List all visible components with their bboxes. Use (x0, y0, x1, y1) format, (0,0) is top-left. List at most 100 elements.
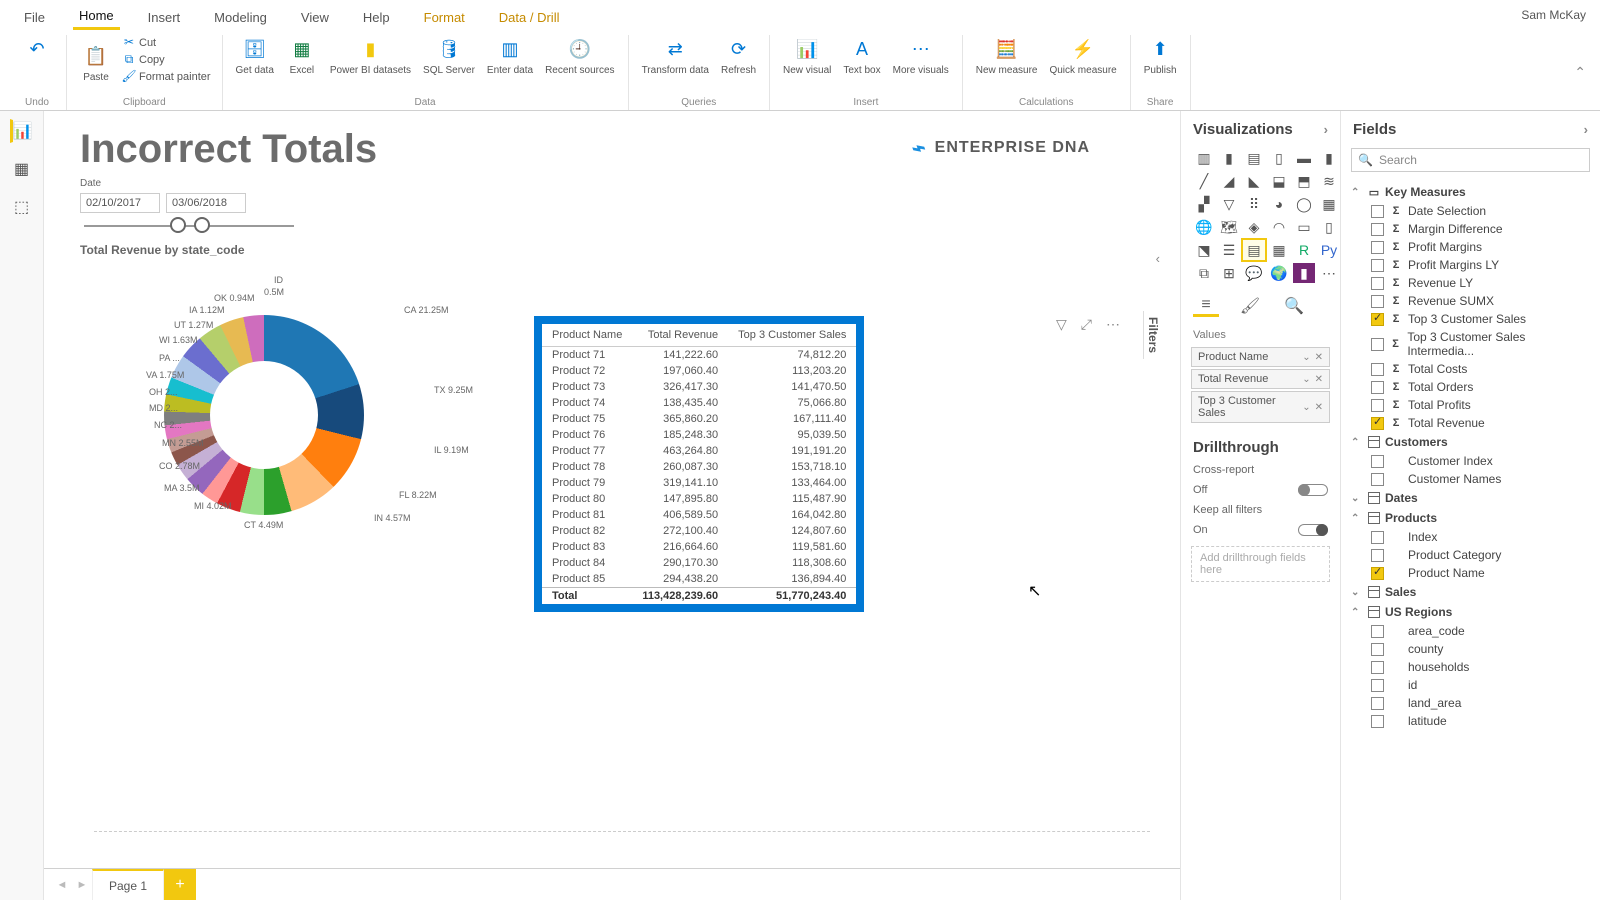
field-group-header[interactable]: ⌃Products (1345, 508, 1596, 528)
collapse-panes-button[interactable]: ‹ (1156, 251, 1160, 266)
field-checkbox[interactable] (1371, 363, 1384, 376)
menu-format[interactable]: Format (418, 6, 471, 29)
field-item[interactable]: land_area (1345, 694, 1596, 712)
field-checkbox[interactable] (1371, 625, 1384, 638)
viz-r[interactable]: R (1293, 240, 1315, 260)
field-item[interactable]: latitude (1345, 712, 1596, 730)
table-row[interactable]: Product 72197,060.40113,203.20 (542, 363, 856, 379)
viz-table[interactable]: ▤ (1243, 240, 1265, 260)
field-item[interactable]: ΣRevenue LY (1345, 274, 1596, 292)
field-checkbox[interactable] (1371, 223, 1384, 236)
field-item[interactable]: Customer Index (1345, 452, 1596, 470)
field-checkbox[interactable] (1371, 455, 1384, 468)
viz-arcgis[interactable]: 🌍 (1268, 263, 1290, 283)
remove-icon[interactable]: ✕ (1315, 402, 1323, 413)
viz-slicer[interactable]: ☰ (1218, 240, 1240, 260)
date-slicer[interactable]: Date (80, 178, 1150, 227)
viz-collapse-icon[interactable]: › (1324, 122, 1328, 137)
table-row[interactable]: Product 75365,860.20167,111.40 (542, 411, 856, 427)
field-item[interactable]: ΣProfit Margins LY (1345, 256, 1596, 274)
viz-matrix[interactable]: ▦ (1268, 240, 1290, 260)
fields-collapse-icon[interactable]: › (1584, 122, 1588, 137)
focus-icon[interactable]: ⤢ (1081, 316, 1092, 333)
viz-clustered-bar[interactable]: ▤ (1243, 148, 1265, 168)
keep-filters-toggle[interactable] (1298, 524, 1328, 536)
viz-donut[interactable]: ◯ (1293, 194, 1315, 214)
pbi-datasets-button[interactable]: ▮Power BI datasets (325, 35, 416, 78)
value-pill[interactable]: Top 3 Customer Sales⌄✕ (1191, 391, 1330, 423)
excel-button[interactable]: ▦Excel (281, 35, 323, 78)
viz-ribbon[interactable]: ≋ (1318, 171, 1340, 191)
cut-button[interactable]: ✂Cut (119, 35, 214, 51)
field-group-header[interactable]: ⌃Customers (1345, 432, 1596, 452)
cross-report-toggle[interactable] (1298, 484, 1328, 496)
field-checkbox[interactable] (1371, 473, 1384, 486)
more-visuals-button[interactable]: ⋯More visuals (888, 35, 954, 78)
publish-button[interactable]: ⬆Publish (1139, 35, 1182, 78)
viz-key-influencers[interactable]: ⧉ (1193, 263, 1215, 283)
table-header[interactable]: Total Revenue (632, 324, 728, 347)
quick-measure-button[interactable]: ⚡Quick measure (1044, 35, 1121, 78)
more-options-icon[interactable]: ⋯ (1106, 316, 1120, 333)
field-item[interactable]: ΣMargin Difference (1345, 220, 1596, 238)
paste-button[interactable]: 📋Paste (75, 42, 117, 85)
chevron-down-icon[interactable]: ⌄ (1302, 352, 1310, 363)
field-checkbox[interactable] (1371, 715, 1384, 728)
field-item[interactable]: ΣDate Selection (1345, 202, 1596, 220)
field-group-header[interactable]: ⌃▭Key Measures (1345, 182, 1596, 202)
field-item[interactable]: Product Name (1345, 564, 1596, 582)
data-view-button[interactable]: ▦ (10, 157, 34, 181)
viz-kpi[interactable]: ⬔ (1193, 240, 1215, 260)
viz-powerapps[interactable]: ▮ (1293, 263, 1315, 283)
field-checkbox[interactable] (1371, 241, 1384, 254)
field-item[interactable]: ΣTotal Revenue (1345, 414, 1596, 432)
field-checkbox[interactable] (1371, 399, 1384, 412)
sql-server-button[interactable]: 🛢SQL Server (418, 35, 480, 78)
field-item[interactable]: id (1345, 676, 1596, 694)
viz-stacked-column[interactable]: ▮ (1218, 148, 1240, 168)
date-from-input[interactable] (80, 193, 160, 213)
viz-gauge[interactable]: ◠ (1268, 217, 1290, 237)
report-view-button[interactable]: 📊 (10, 119, 34, 143)
viz-waterfall[interactable]: ▞ (1193, 194, 1215, 214)
table-row[interactable]: Product 71141,222.6074,812.20 (542, 347, 856, 364)
table-header[interactable]: Top 3 Customer Sales (728, 324, 856, 347)
page-prev[interactable]: ◄ (52, 869, 72, 900)
viz-multi-card[interactable]: ▯ (1318, 217, 1340, 237)
report-canvas[interactable]: Incorrect Totals ⌁ENTERPRISE DNA Date To… (44, 111, 1180, 868)
menu-home[interactable]: Home (73, 4, 120, 30)
ribbon-collapse-button[interactable]: ⌃ (1574, 64, 1592, 81)
table-header[interactable]: Product Name (542, 324, 632, 347)
field-item[interactable]: ΣTotal Costs (1345, 360, 1596, 378)
field-checkbox[interactable] (1371, 205, 1384, 218)
field-item[interactable]: ΣTotal Profits (1345, 396, 1596, 414)
field-checkbox[interactable] (1371, 295, 1384, 308)
field-item[interactable]: Customer Names (1345, 470, 1596, 488)
table-row[interactable]: Product 79319,141.10133,464.00 (542, 475, 856, 491)
viz-scatter[interactable]: ⠿ (1243, 194, 1265, 214)
page-tab-1[interactable]: Page 1 (92, 869, 164, 900)
field-group-header[interactable]: ⌄Dates (1345, 488, 1596, 508)
menu-modeling[interactable]: Modeling (208, 6, 273, 29)
viz-line[interactable]: ╱ (1193, 171, 1215, 191)
new-visual-button[interactable]: 📊New visual (778, 35, 836, 78)
field-item[interactable]: ΣTop 3 Customer Sales Intermedia... (1345, 328, 1596, 360)
chevron-down-icon[interactable]: ⌄ (1302, 402, 1310, 413)
field-item[interactable]: area_code (1345, 622, 1596, 640)
viz-clustered-column[interactable]: ▯ (1268, 148, 1290, 168)
model-view-button[interactable]: ⬚ (10, 195, 34, 219)
transform-data-button[interactable]: ⇄Transform data (637, 35, 714, 78)
table-row[interactable]: Product 74138,435.4075,066.80 (542, 395, 856, 411)
viz-combo1[interactable]: ⬓ (1268, 171, 1290, 191)
viz-map[interactable]: 🌐 (1193, 217, 1215, 237)
table-row[interactable]: Product 85294,438.20136,894.40 (542, 571, 856, 588)
viz-area[interactable]: ◢ (1218, 171, 1240, 191)
remove-icon[interactable]: ✕ (1315, 374, 1323, 385)
enter-data-button[interactable]: ▥Enter data (482, 35, 538, 78)
field-checkbox[interactable] (1371, 531, 1384, 544)
field-checkbox[interactable] (1371, 697, 1384, 710)
table-row[interactable]: Product 84290,170.30118,308.60 (542, 555, 856, 571)
table-row[interactable]: Product 83216,664.60119,581.60 (542, 539, 856, 555)
field-checkbox[interactable] (1371, 679, 1384, 692)
viz-qa[interactable]: 💬 (1243, 263, 1265, 283)
